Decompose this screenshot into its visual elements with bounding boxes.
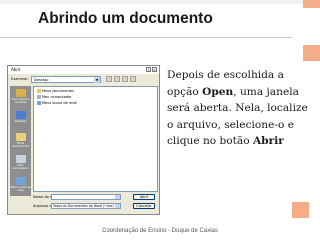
desktop-icon xyxy=(15,111,26,119)
help-button[interactable]: ? xyxy=(146,67,151,72)
recent-docs-icon xyxy=(15,89,26,97)
cancel-button[interactable]: Cancelar xyxy=(133,203,155,209)
network-places-icon xyxy=(15,177,26,185)
look-in-select[interactable]: Desktop ▼ xyxy=(31,76,101,83)
open-file-dialog: Abrir ? × Examinar: Desktop ▼ Documentos… xyxy=(7,65,160,215)
my-documents-icon xyxy=(15,133,26,141)
slide-footer: Coordenação de Ensino - Duque de Caxias xyxy=(102,228,218,234)
place-my-documents[interactable]: Meus documentos xyxy=(10,131,31,151)
place-label: Meus locais de rede xyxy=(10,185,31,192)
chevron-down-icon[interactable]: ▼ xyxy=(94,77,100,83)
computer-icon xyxy=(37,95,41,99)
dialog-titlebar: Abrir ? × xyxy=(8,66,159,74)
chevron-down-icon[interactable] xyxy=(115,204,120,208)
instruction-text: Depois de escolhida a opção Open, uma ja… xyxy=(167,69,308,148)
top-border xyxy=(0,0,320,4)
my-computer-icon xyxy=(15,155,26,163)
place-label: Meu computador xyxy=(12,163,29,170)
filetype-select[interactable]: Todos os Documentos do Word (*.doc) xyxy=(51,203,121,209)
decorative-block-top xyxy=(303,0,320,8)
decorative-block-right xyxy=(303,45,320,61)
look-in-label: Examinar: xyxy=(11,77,29,81)
place-label: Meus documentos xyxy=(11,141,30,148)
dialog-title: Abrir xyxy=(11,67,21,72)
network-icon xyxy=(37,101,41,105)
look-in-value: Desktop xyxy=(34,78,49,82)
place-label: Desktop xyxy=(14,119,27,123)
list-item[interactable]: Meus locais de rede xyxy=(37,101,77,106)
new-folder-icon[interactable] xyxy=(122,76,128,82)
back-icon[interactable] xyxy=(106,76,112,82)
place-desktop[interactable]: Desktop xyxy=(10,109,31,129)
views-icon[interactable] xyxy=(130,76,136,82)
places-bar: Documentos recentes Desktop Meus documen… xyxy=(10,86,31,196)
filename-input[interactable] xyxy=(51,194,121,200)
slide-title: Abrindo um documento xyxy=(38,10,213,27)
place-recent[interactable]: Documentos recentes xyxy=(10,87,31,107)
list-item[interactable]: Meus documentos xyxy=(37,89,74,94)
list-item[interactable]: Meu computador xyxy=(37,95,72,100)
place-network[interactable]: Meus locais de rede xyxy=(10,175,31,195)
look-in-row: Examinar: Desktop ▼ xyxy=(11,76,158,83)
chevron-down-icon[interactable] xyxy=(115,195,120,199)
place-label: Documentos recentes xyxy=(11,97,30,104)
title-divider xyxy=(0,37,292,38)
close-button[interactable]: × xyxy=(152,67,157,72)
decorative-block-bottom xyxy=(292,202,309,218)
filename-row: Nome do arquivo: Abrir xyxy=(33,194,158,201)
filetype-row: Arquivos do tipo: Todos os Documentos do… xyxy=(33,203,158,210)
open-button[interactable]: Abrir xyxy=(133,194,155,200)
folder-icon xyxy=(37,89,41,93)
place-my-computer[interactable]: Meu computador xyxy=(10,153,31,173)
file-list[interactable]: Meus documentos Meu computador Meus loca… xyxy=(33,86,158,192)
up-folder-icon[interactable] xyxy=(114,76,120,82)
